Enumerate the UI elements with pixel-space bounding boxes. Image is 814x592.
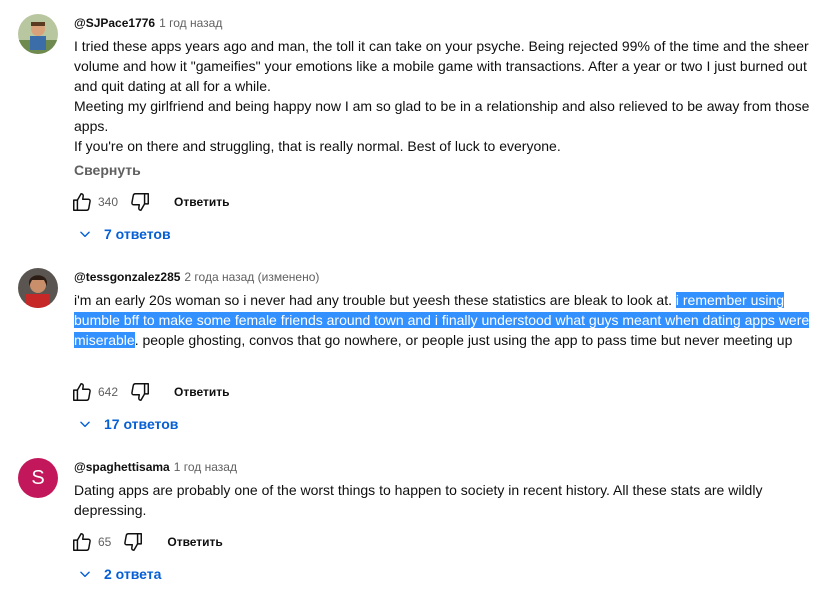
comment-text-start: i'm an early 20s woman so i never had an…: [74, 292, 676, 308]
thumbs-down-icon[interactable]: [128, 190, 152, 214]
comment-author[interactable]: @spaghettisama: [74, 460, 170, 474]
thumbs-up-icon[interactable]: [70, 380, 94, 404]
comment-header: @tessgonzalez285 2 года назад (изменено): [74, 268, 810, 286]
avatar[interactable]: [18, 14, 58, 54]
reply-button[interactable]: Ответить: [174, 385, 229, 399]
comment-header: @SJPace1776 1 год назад: [74, 14, 810, 32]
comment-time[interactable]: 2 года назад (изменено): [184, 270, 319, 284]
show-replies-button[interactable]: 17 ответов: [76, 412, 178, 436]
comment-paragraph: I tried these apps years ago and man, th…: [74, 38, 809, 94]
comment-time[interactable]: 1 год назад: [174, 460, 237, 474]
thumbs-up-icon[interactable]: [70, 190, 94, 214]
avatar[interactable]: [18, 268, 58, 308]
replies-count: 17 ответов: [104, 416, 179, 432]
like-count: 642: [98, 385, 119, 399]
thumbs-down-icon[interactable]: [128, 380, 152, 404]
thumbs-down-icon[interactable]: [121, 530, 145, 554]
comment-text: i'm an early 20s woman so i never had an…: [74, 290, 810, 350]
collapse-button[interactable]: Свернуть: [74, 162, 141, 178]
comment-time[interactable]: 1 год назад: [159, 16, 222, 30]
comment-author[interactable]: @tessgonzalez285: [74, 270, 180, 284]
avatar[interactable]: S: [18, 458, 58, 498]
chevron-down-icon: [76, 225, 94, 243]
comment-paragraph: Meeting my girlfriend and being happy no…: [74, 98, 810, 134]
comment-paragraph: If you're on there and struggling, that …: [74, 138, 561, 154]
replies-count: 7 ответов: [104, 226, 171, 242]
reply-button[interactable]: Ответить: [174, 195, 229, 209]
like-count: 340: [98, 195, 119, 209]
like-count: 65: [98, 535, 112, 549]
avatar-letter: S: [31, 467, 45, 489]
comment-author[interactable]: @SJPace1776: [74, 16, 155, 30]
comment-toolbar: 340 Ответить: [70, 190, 229, 214]
show-replies-button[interactable]: 7 ответов: [76, 222, 171, 246]
comment-toolbar: 642 Ответить: [70, 380, 229, 404]
replies-count: 2 ответа: [104, 566, 162, 582]
comment-text-end: . people ghosting, convos that go nowher…: [134, 332, 793, 348]
reply-button[interactable]: Ответить: [167, 535, 222, 549]
thumbs-up-icon[interactable]: [70, 530, 94, 554]
comment-header: @spaghettisama 1 год назад: [74, 458, 810, 476]
chevron-down-icon: [76, 565, 94, 583]
comment-text: Dating apps are probably one of the wors…: [74, 482, 763, 518]
comment-toolbar: 65 Ответить: [70, 530, 223, 554]
chevron-down-icon: [76, 415, 94, 433]
comment-text: I tried these apps years ago and man, th…: [74, 36, 810, 156]
show-replies-button[interactable]: 2 ответа: [76, 562, 161, 586]
